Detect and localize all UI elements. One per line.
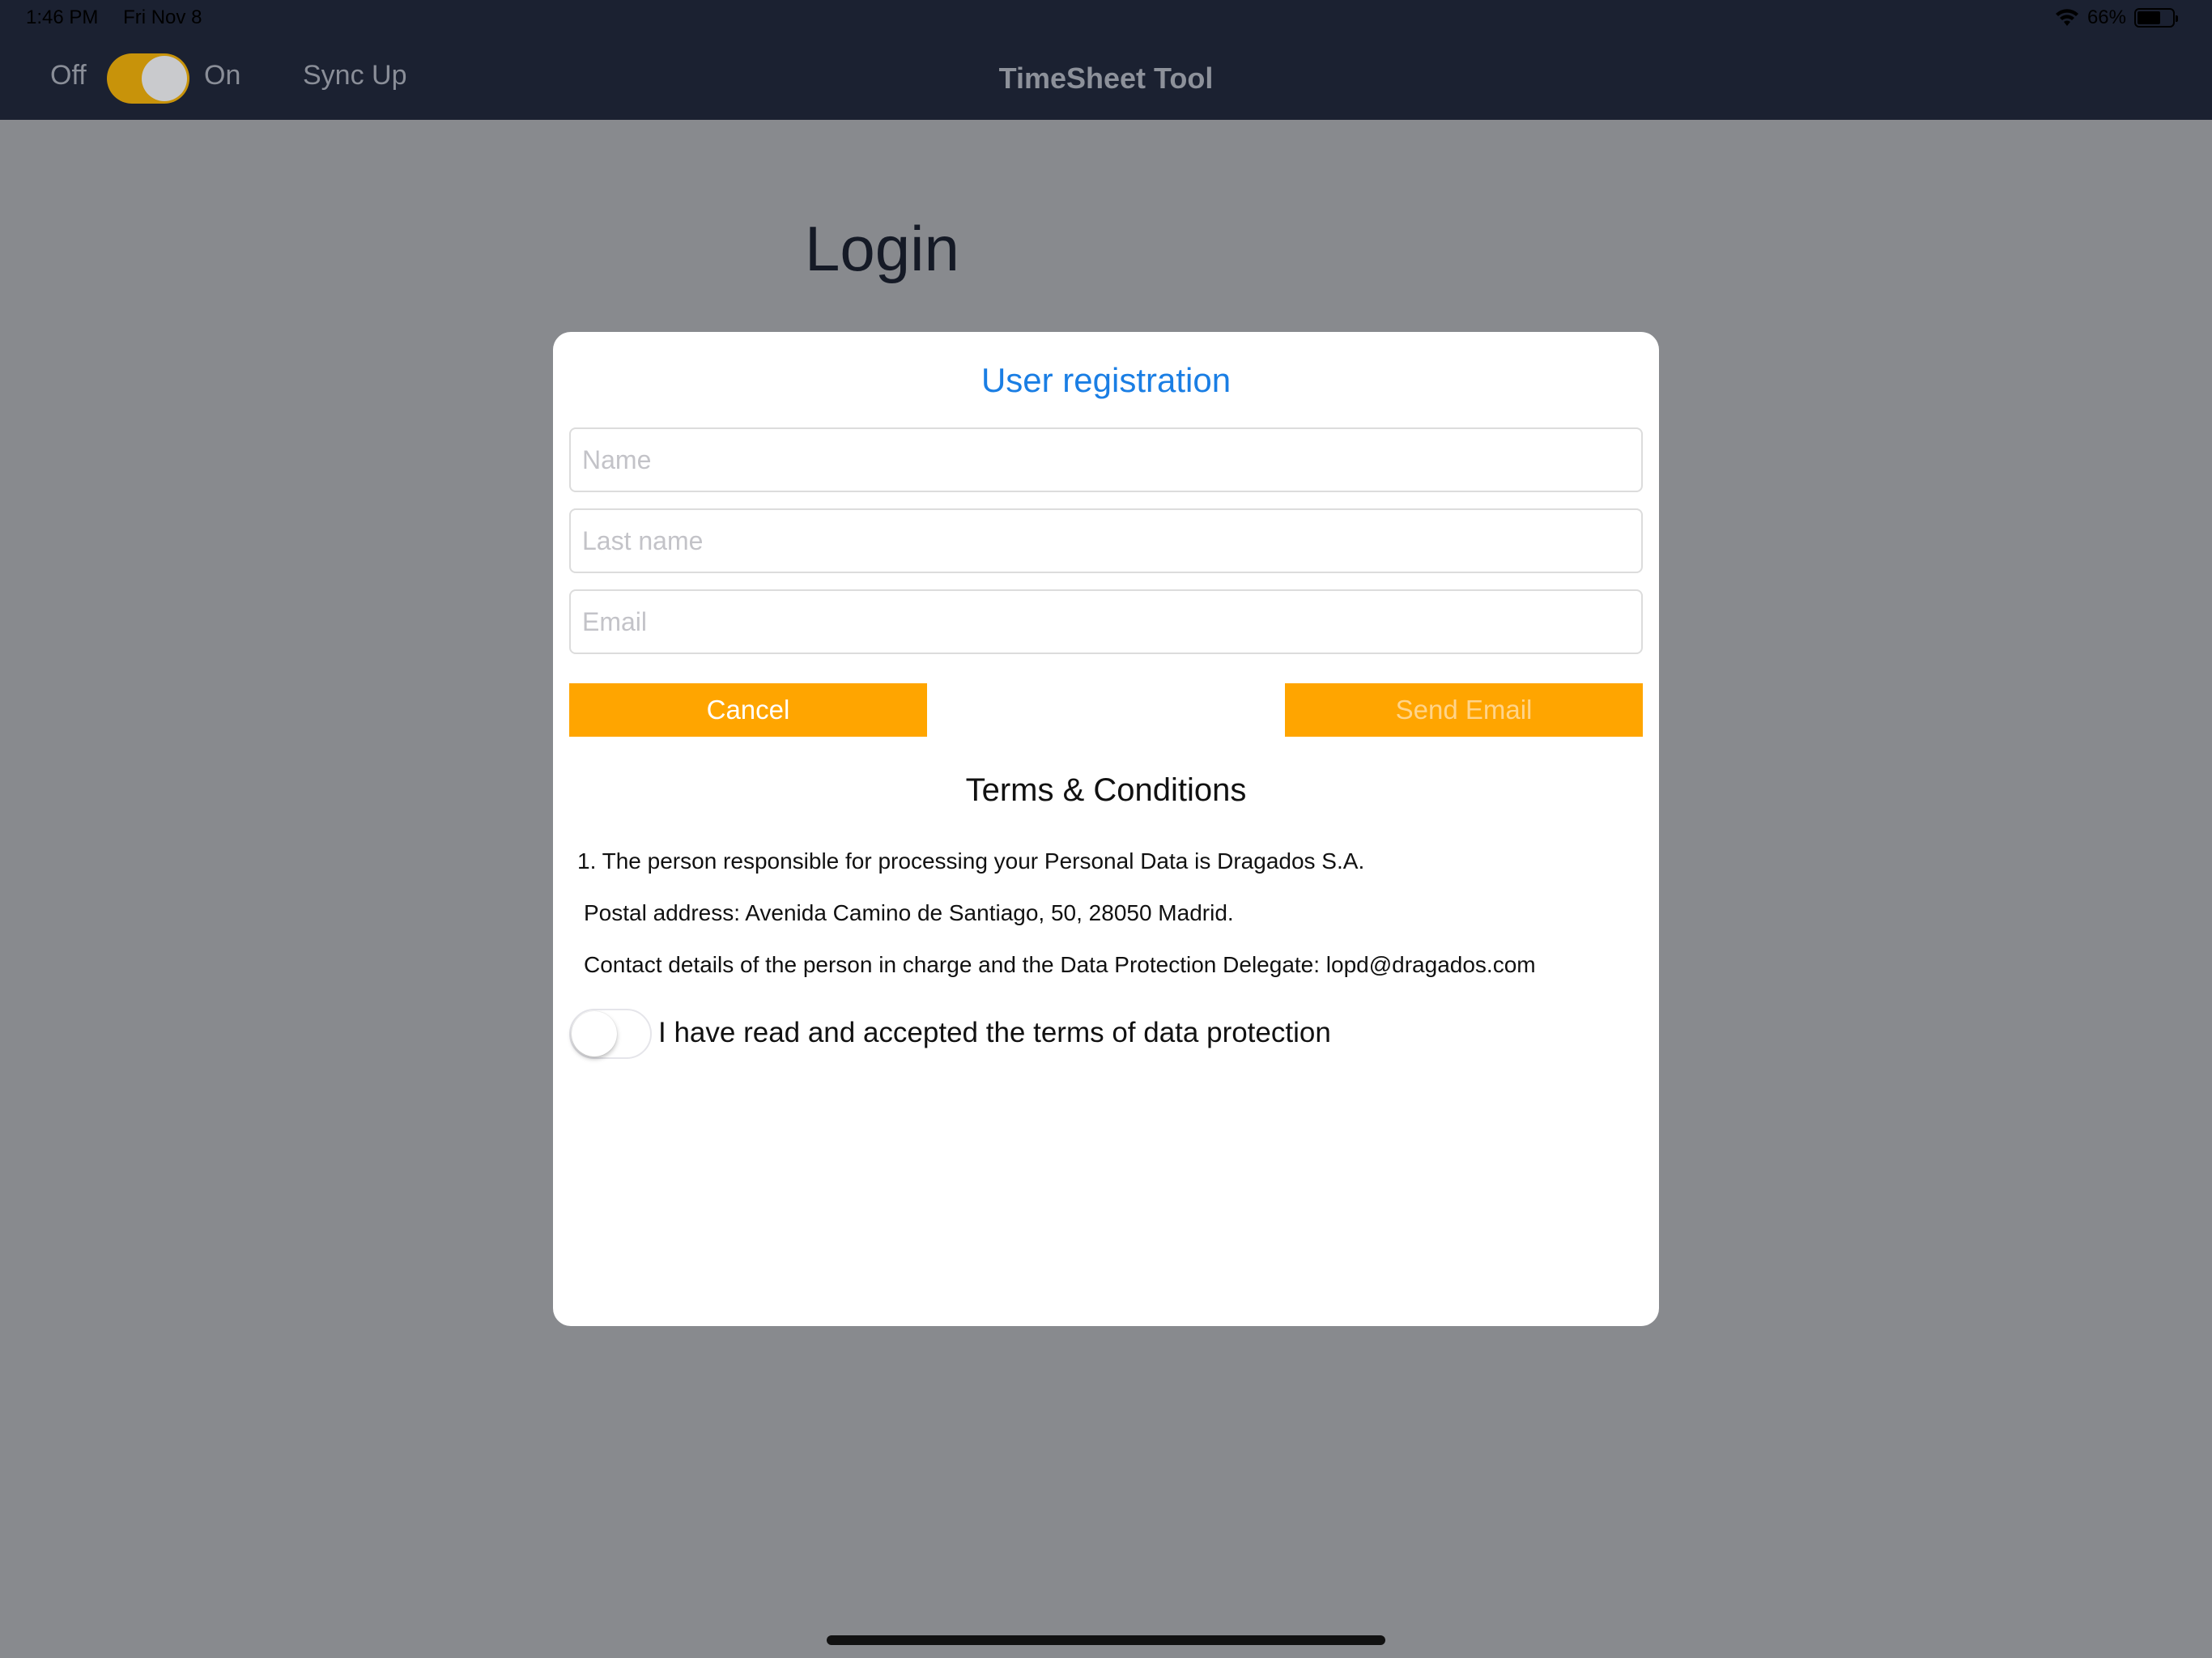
status-bar-left: 1:46 PM Fri Nov 8: [26, 6, 221, 29]
status-time: 1:46 PM: [26, 6, 99, 28]
email-input[interactable]: [569, 589, 1643, 654]
dialog-title: User registration: [981, 361, 1231, 399]
terms-line: Contact details of the person in charge …: [584, 952, 1536, 977]
app-title: TimeSheet Tool: [998, 62, 1214, 95]
cancel-button[interactable]: Cancel: [569, 683, 927, 737]
name-input[interactable]: [569, 427, 1643, 492]
terms-line: Postal address: Avenida Camino de Santia…: [584, 900, 1234, 925]
status-bar-right: 66%: [2055, 6, 2178, 29]
battery-icon: [2134, 8, 2178, 28]
last-name-input[interactable]: [569, 508, 1643, 573]
accept-terms-toggle[interactable]: [569, 1009, 652, 1059]
battery-percent: 66%: [2087, 6, 2126, 28]
page-title: Login: [805, 213, 959, 284]
top-bar: 1:46 PM Fri Nov 8 66% Off On Sync Up Tim…: [0, 0, 2212, 120]
accept-terms-label: I have read and accepted the terms of da…: [658, 1017, 1331, 1048]
terms-title: Terms & Conditions: [965, 772, 1247, 808]
terms-line: 1. The person responsible for processing…: [577, 848, 1365, 874]
battery-fill: [2138, 11, 2160, 24]
status-date: Fri Nov 8: [123, 6, 202, 28]
home-indicator[interactable]: [827, 1635, 1385, 1645]
send-email-button[interactable]: Send Email: [1285, 683, 1643, 737]
toggle-knob: [572, 1011, 617, 1056]
wifi-icon: [2055, 9, 2078, 26]
user-registration-dialog: User registration Cancel Send Email Term…: [553, 332, 1659, 1326]
